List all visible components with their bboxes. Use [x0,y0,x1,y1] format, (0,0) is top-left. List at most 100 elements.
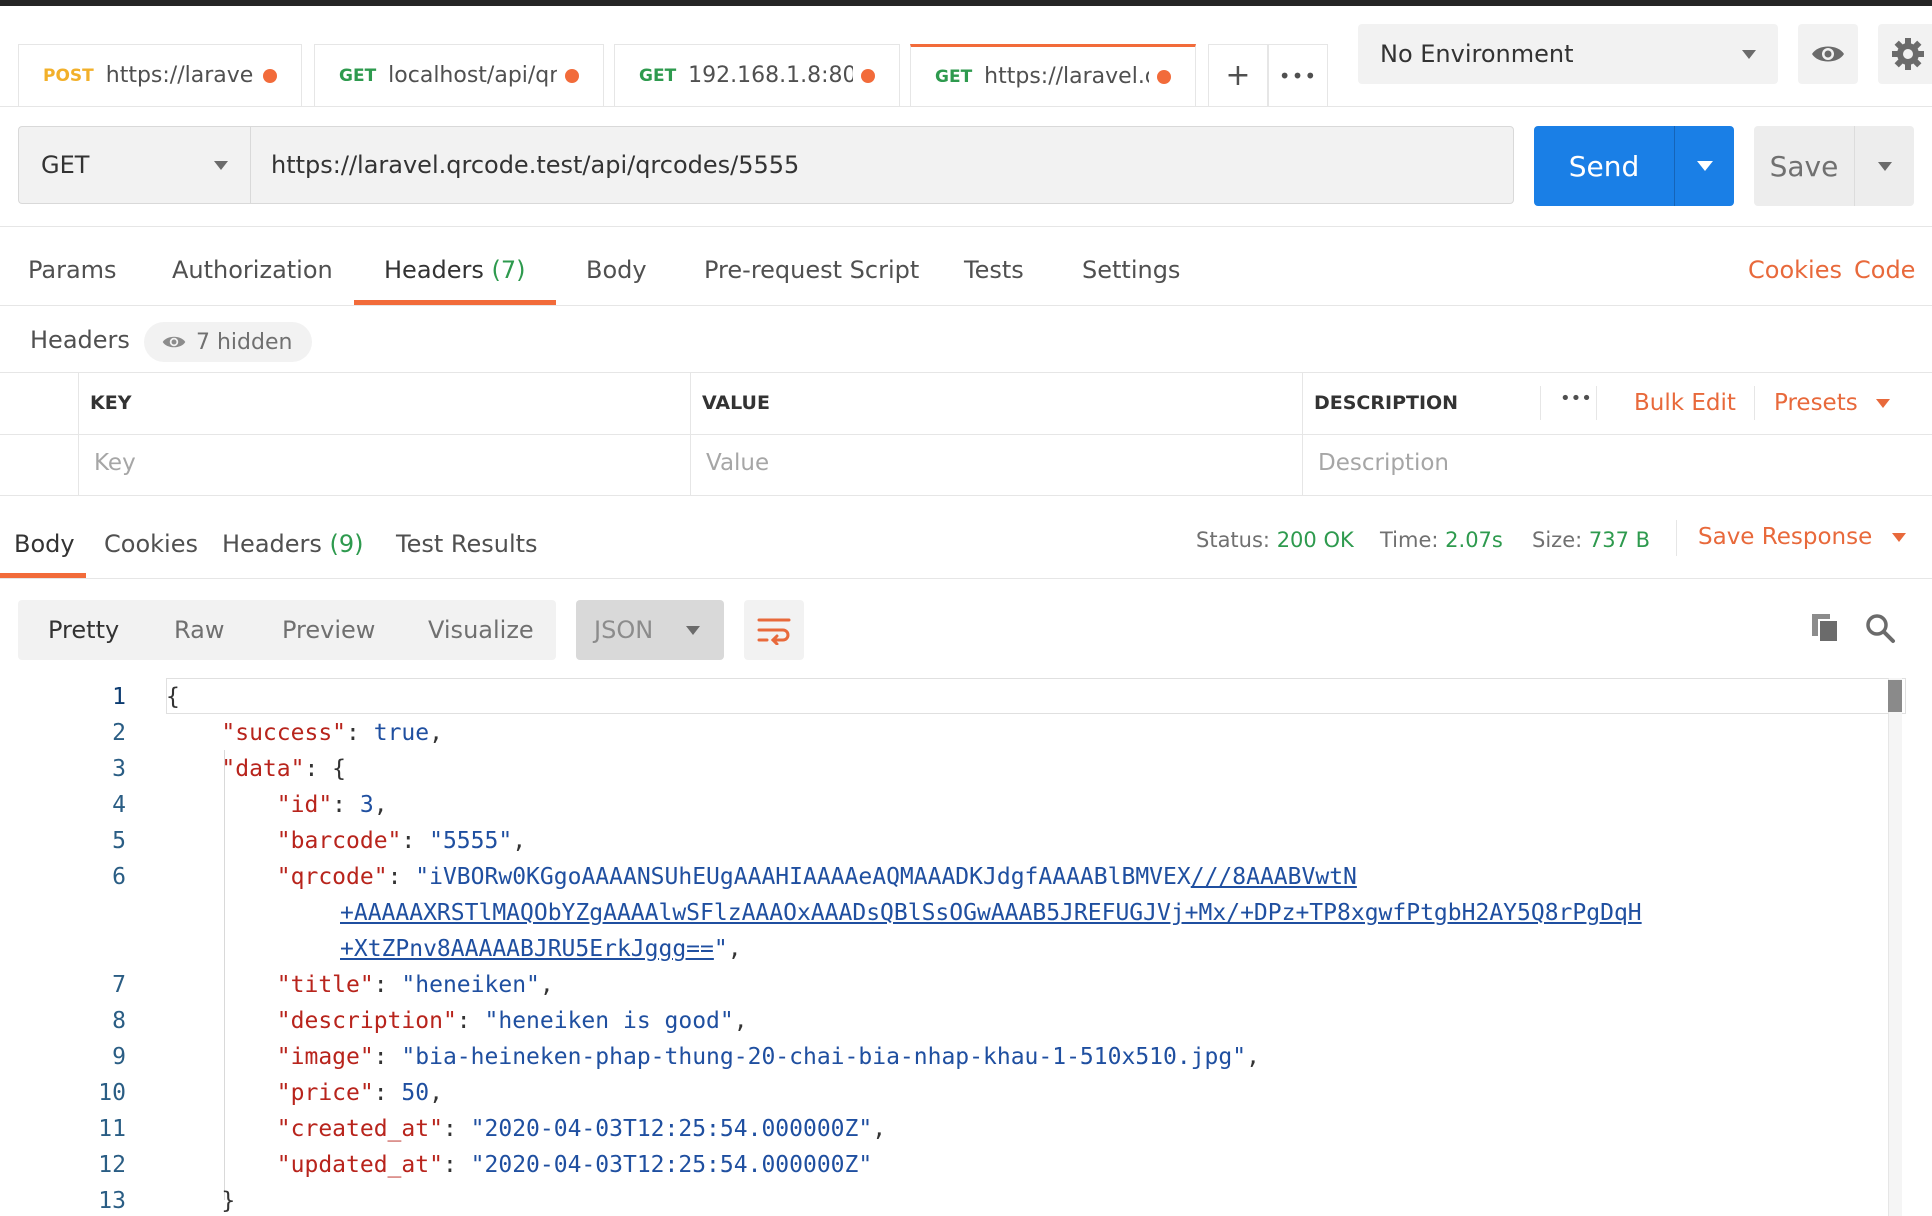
vertical-scrollbar[interactable] [1888,678,1902,1216]
code-line: "barcode": "5555", [276,828,527,854]
search-button[interactable] [1864,612,1896,648]
json-value-link[interactable]: +XtZPnv8AAAAABJRU5ErkJggg== [340,936,714,962]
new-tab-button[interactable]: + [1208,44,1268,106]
request-tab-1[interactable]: POST https://laravel.... [18,44,302,106]
json-value: "heneiken is good" [484,1008,734,1034]
code-line: "price": 50, [276,1080,443,1106]
chevron-down-icon [1892,532,1907,542]
tab-settings[interactable]: Settings [1082,256,1180,284]
hidden-headers-toggle[interactable]: 7 hidden [144,322,312,362]
size-value: 737 B [1588,528,1651,552]
gear-icon [1892,38,1924,70]
more-options-icon[interactable]: ••• [1560,388,1592,409]
key-input[interactable]: Key [94,450,136,476]
json-brace: } [221,1188,236,1214]
response-size: Size: 737 B [1532,528,1650,552]
search-icon [1866,614,1895,643]
table-bottom-border [0,495,1932,496]
wrap-lines-button[interactable] [744,600,804,660]
environment-select[interactable]: No Environment [1358,24,1778,84]
send-options-button[interactable] [1674,126,1734,206]
cookies-link[interactable]: Cookies [1748,256,1842,284]
tab-body[interactable]: Body [586,256,647,284]
line-number: 2 [112,720,126,746]
response-tab-body[interactable]: Body [14,530,75,558]
code-line: { [166,684,180,710]
value-input[interactable]: Value [706,450,769,476]
save-options-button[interactable] [1854,126,1914,206]
json-key: "barcode" [276,828,402,854]
view-mode-visualize[interactable]: Visualize [428,616,534,644]
tab-url: 192.168.1.8:808... [688,63,853,88]
description-input[interactable]: Description [1318,450,1449,476]
chevron-down-icon [1877,161,1892,171]
tab-url: https://laravel.qr... [984,64,1149,89]
environment-quick-look-button[interactable] [1798,24,1858,84]
response-tab-headers[interactable]: Headers (9) [222,530,364,558]
tab-headers-label: Headers [384,256,484,284]
status-value: 200 OK [1276,528,1354,552]
json-value: 3 [359,792,374,818]
response-body-editor[interactable]: 1 2 3 4 5 6 7 8 9 10 11 12 13 { "success… [0,678,1932,1216]
headers-section-title: Headers [30,326,130,354]
scrollbar-thumb[interactable] [1888,680,1902,712]
more-tabs-button[interactable]: ••• [1268,44,1328,106]
col-divider [690,372,691,496]
view-mode-pretty[interactable]: Pretty [48,616,119,644]
view-mode-preview[interactable]: Preview [282,616,375,644]
more-icon: ••• [1278,63,1318,88]
json-key: "success" [221,720,347,746]
view-mode-segmented-control: Pretty Raw Preview Visualize [18,600,556,660]
line-number: 8 [112,1008,126,1034]
json-value-link[interactable]: +AAAAAXRSTlMAQObYZgAAAAlwSFlzAAAOxAAADsQ… [340,900,1642,926]
request-tab-4-active[interactable]: GET https://laravel.qr... [910,44,1196,106]
window-top-bar [0,0,1932,6]
request-tab-3[interactable]: GET 192.168.1.8:808... [614,44,900,106]
url-input[interactable]: https://laravel.qrcode.test/api/qrcodes/… [250,126,1514,204]
json-brace: { [166,684,180,710]
chevron-down-icon [1742,49,1756,59]
response-tab-cookies[interactable]: Cookies [104,530,198,558]
tab-headers[interactable]: Headers (7) [384,256,526,284]
code-line: "description": "heneiken is good", [276,1008,748,1034]
size-label: Size: [1532,528,1583,552]
time-value: 2.07s [1445,528,1503,552]
response-tab-test-results[interactable]: Test Results [396,530,538,558]
url-value: https://laravel.qrcode.test/api/qrcodes/… [271,151,800,179]
environment-settings-button[interactable] [1878,24,1932,84]
tab-prerequest-script[interactable]: Pre-request Script [704,256,919,284]
json-value: "5555" [429,828,513,854]
request-divider [0,226,1932,227]
copy-button[interactable] [1810,612,1840,648]
col-divider [1540,386,1541,420]
format-select[interactable]: JSON [576,600,724,660]
time-label: Time: [1380,528,1439,552]
save-label: Save [1769,149,1839,183]
column-header-value: VALUE [702,392,770,414]
request-tab-2[interactable]: GET localhost/api/qrc... [314,44,604,106]
code-line: "id": 3, [276,792,388,818]
tab-tests[interactable]: Tests [964,256,1024,284]
tab-params[interactable]: Params [28,256,117,284]
code-link[interactable]: Code [1854,256,1915,284]
chevron-down-icon [686,625,700,635]
headers-table: KEY VALUE DESCRIPTION ••• Bulk Edit Pres… [0,372,1932,496]
response-tabs-divider [0,578,1932,579]
save-response-dropdown[interactable]: Save Response [1698,524,1907,550]
line-number: 3 [112,756,126,782]
presets-dropdown[interactable]: Presets [1774,390,1890,416]
tab-authorization[interactable]: Authorization [172,256,333,284]
code-line: } [166,1188,235,1214]
method-select[interactable]: GET [18,126,250,204]
view-mode-raw[interactable]: Raw [174,616,224,644]
response-headers-count: (9) [329,530,364,558]
chevron-down-icon [1875,398,1890,408]
save-button[interactable]: Save [1754,126,1914,206]
table-top-border [0,372,1932,373]
bulk-edit-link[interactable]: Bulk Edit [1634,390,1736,416]
table-header-border [0,434,1932,435]
json-value-link[interactable]: ///8AAABVwtN [1191,864,1357,890]
send-button[interactable]: Send [1534,126,1734,206]
chevron-down-icon [1696,161,1713,171]
json-value: "bia-heineken-phap-thung-20-chai-bia-nha… [401,1044,1247,1070]
